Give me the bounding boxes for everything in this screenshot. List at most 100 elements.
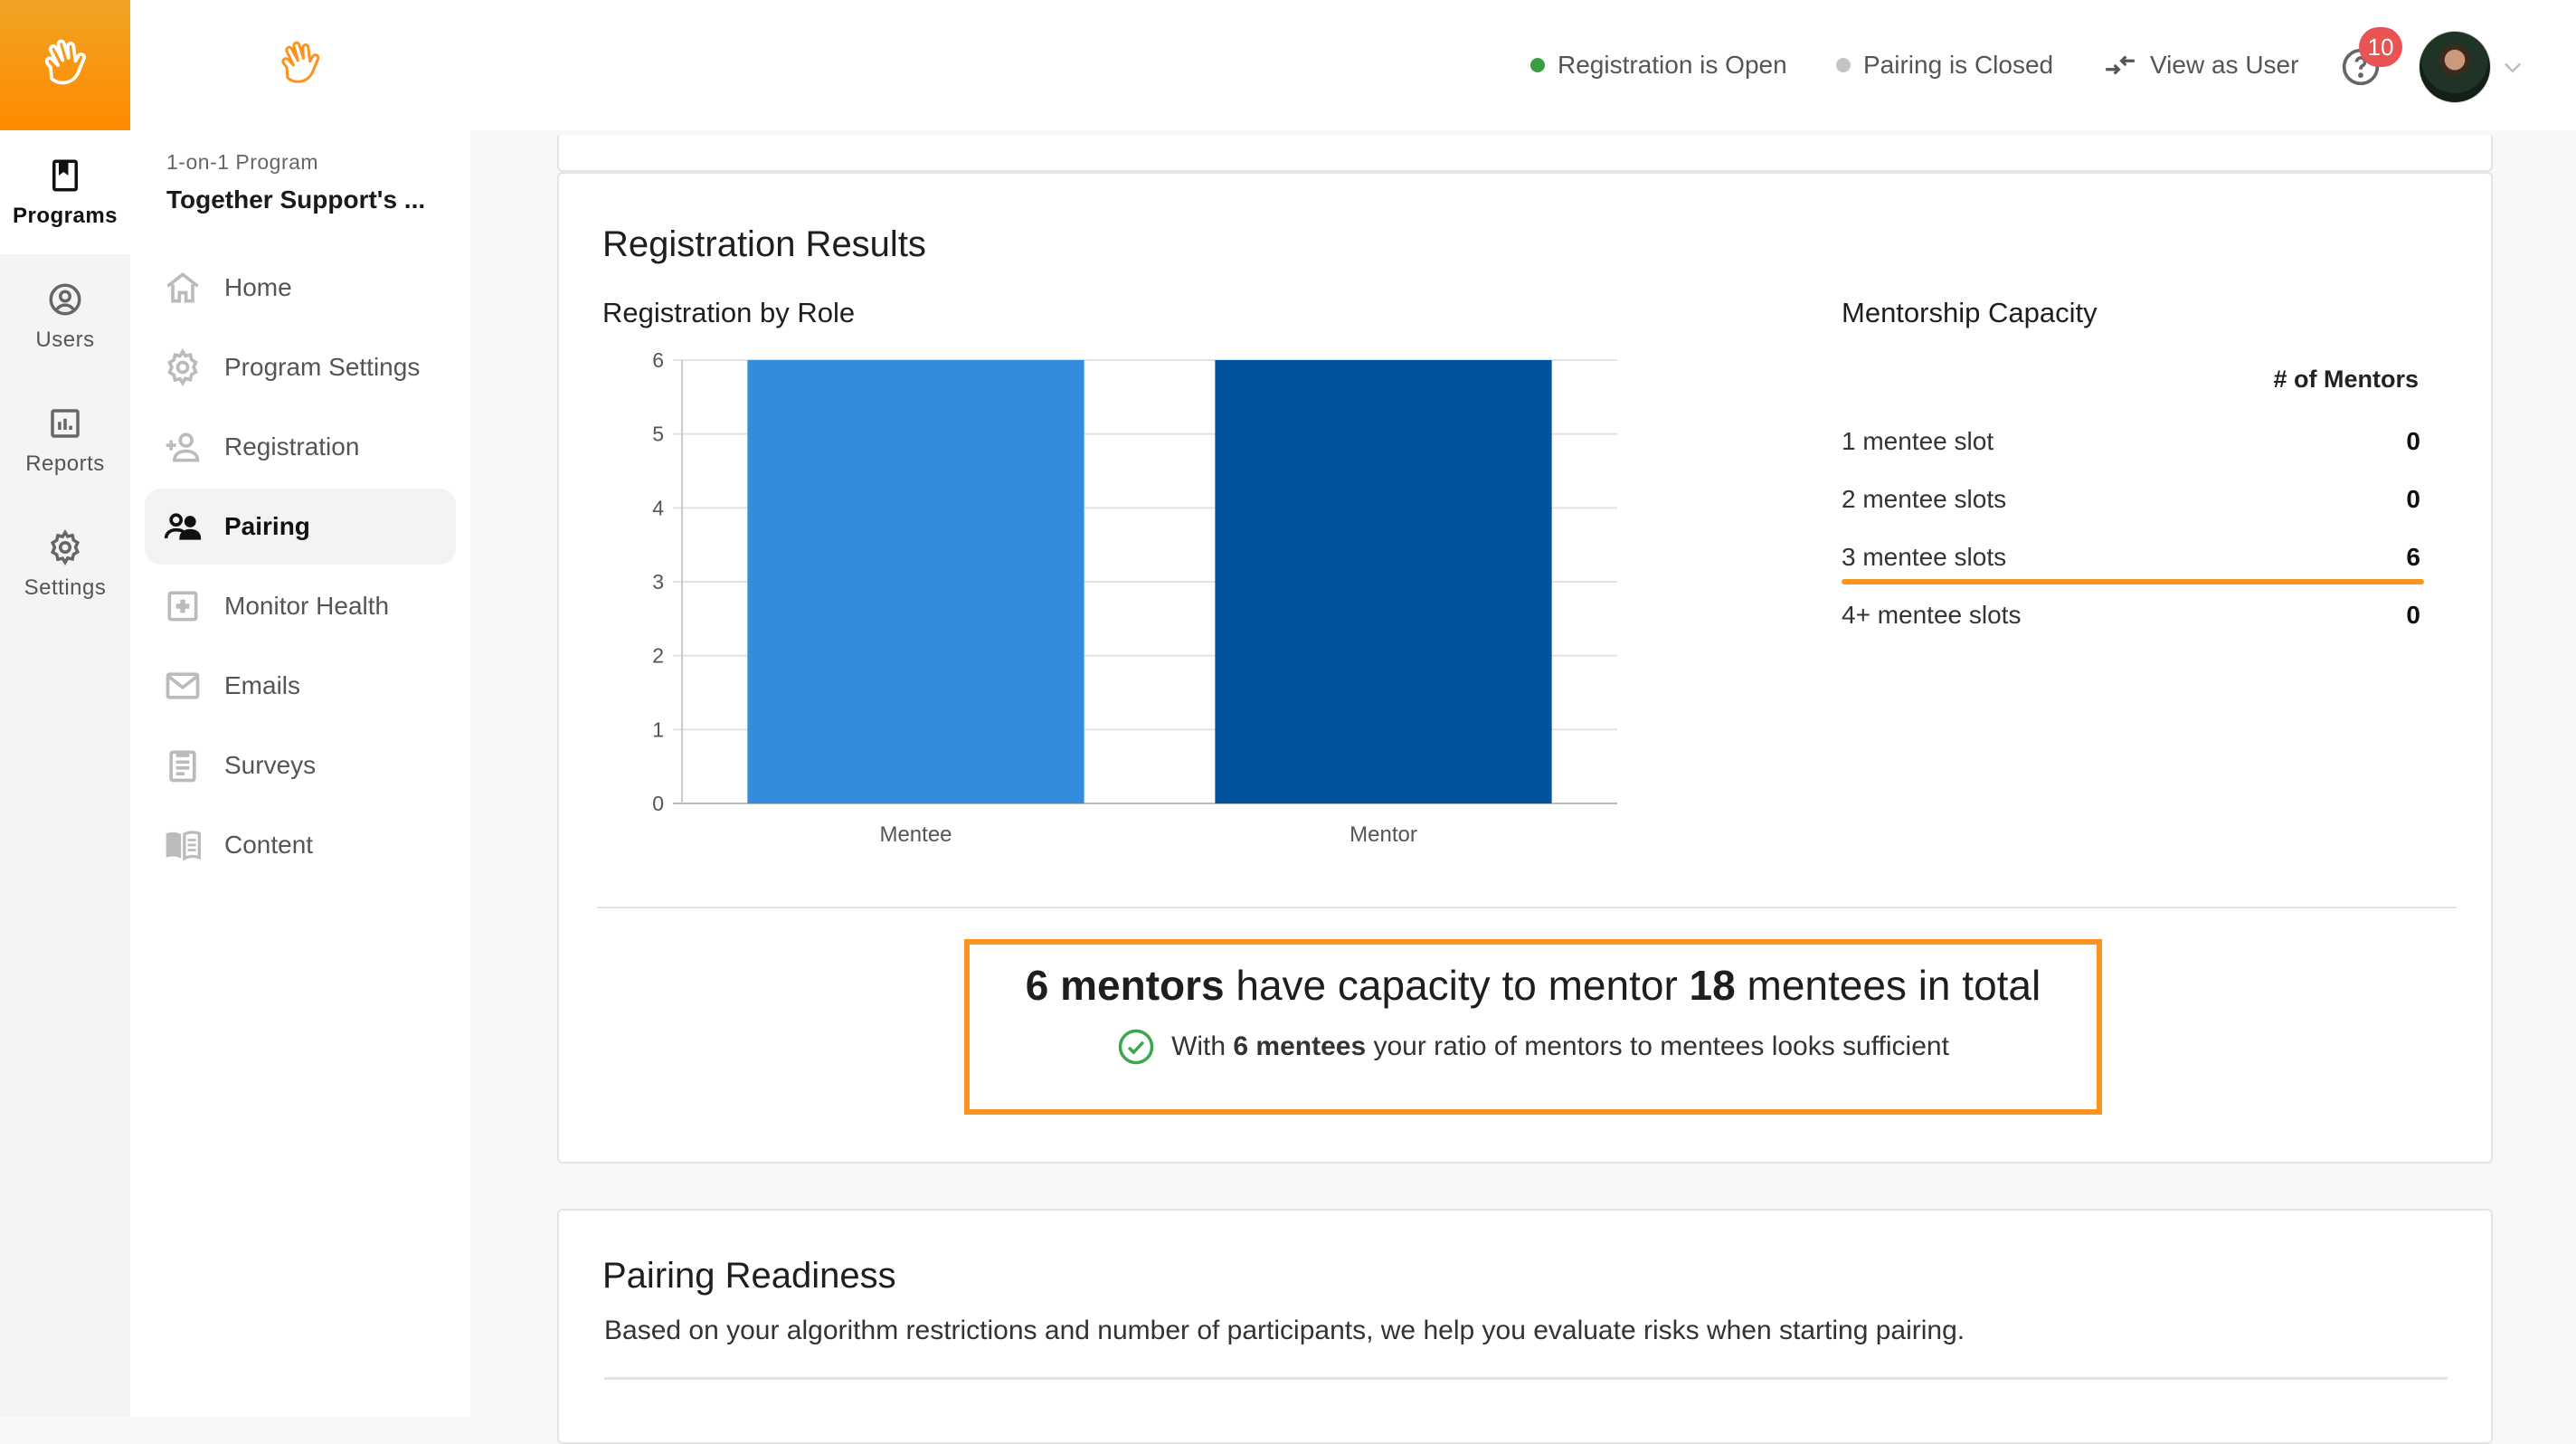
y-tick-label: 0 [652, 792, 664, 815]
program-name[interactable]: Together Support's ... [166, 185, 425, 214]
nav-item-registration[interactable]: Registration [145, 409, 456, 485]
swap-arrows-icon [2106, 55, 2135, 75]
capacity-value: 0 [2406, 601, 2420, 629]
capacity-label: 2 mentee slots [1842, 485, 2007, 513]
user-circle-icon [49, 283, 81, 315]
rail-item-settings[interactable]: Settings [0, 502, 130, 626]
summary-text: have capacity to mentor [1224, 962, 1690, 1009]
capacity-value: 6 [2406, 543, 2420, 571]
y-tick-label: 6 [652, 348, 664, 372]
capacity-summary-headline: 6 mentors have capacity to mentor 18 men… [970, 961, 2097, 1010]
rail-label: Reports [25, 451, 105, 476]
section-divider [604, 1377, 2448, 1380]
rail-label: Users [35, 327, 95, 352]
capacity-value: 0 [2406, 485, 2420, 513]
nav-item-content[interactable]: Content [145, 807, 456, 883]
people-icon [164, 513, 202, 540]
nav-label: Home [224, 273, 292, 301]
mail-icon [166, 672, 200, 699]
view-as-user-label: View as User [2150, 51, 2299, 79]
view-as-user-button[interactable]: View as User [2103, 51, 2298, 80]
pairing-readiness-card: Pairing Readiness Based on your algorith… [557, 1209, 2493, 1444]
bar-chart-icon [51, 408, 80, 438]
app-logo[interactable] [0, 0, 130, 130]
rail-item-users[interactable]: Users [0, 254, 130, 378]
nav-label: Monitor Health [224, 592, 390, 620]
nav-label: Program Settings [224, 353, 421, 381]
medical-plus-icon [167, 591, 198, 622]
summary-note-text: With 6 mentees your ratio of mentors to … [1171, 1031, 1949, 1061]
pairing-readiness-title: Pairing Readiness [602, 1256, 896, 1296]
waving-hand-icon [281, 41, 320, 83]
chevron-down-icon[interactable] [2500, 54, 2525, 80]
home-icon [166, 272, 199, 303]
capacity-row: 1 mentee slot 0 [1842, 414, 2420, 469]
nav-label: Content [224, 831, 314, 859]
capacity-label: 3 mentee slots [1842, 543, 2007, 571]
pairing-status: Pairing is Closed [1836, 51, 2053, 80]
registration-status-label: Registration is Open [1558, 51, 1787, 79]
y-tick-label: 2 [652, 644, 664, 668]
summary-text: mentees in total [1735, 962, 2041, 1009]
check-circle-icon [1118, 1029, 1154, 1065]
capacity-highlight-underline [1842, 579, 2424, 584]
capacity-column-header: # of Mentors [2273, 366, 2419, 393]
open-book-icon [166, 831, 201, 861]
rail-label: Programs [12, 203, 118, 228]
rail-item-programs[interactable]: Programs [0, 130, 130, 254]
gear-icon [167, 348, 198, 387]
capacity-row-highlighted: 3 mentee slots 6 [1842, 530, 2420, 584]
nav-item-home[interactable]: Home [145, 250, 456, 326]
nav-item-program-settings[interactable]: Program Settings [145, 329, 456, 405]
notification-badge: 10 [2359, 27, 2402, 67]
clipboard-icon [169, 750, 196, 783]
program-nav: Home Program Settings Registration Pairi… [145, 250, 456, 887]
y-tick-label: 1 [652, 717, 664, 741]
status-dot-green [1530, 58, 1545, 72]
pairing-readiness-description: Based on your algorithm restrictions and… [604, 1316, 1965, 1345]
capacity-title: Mentorship Capacity [1842, 297, 2098, 328]
program-type: 1-on-1 Program [166, 150, 319, 174]
gear-icon [50, 528, 80, 565]
bar-mentor [1215, 360, 1552, 803]
y-tick-label: 3 [652, 570, 664, 594]
bar-mentee [747, 360, 1084, 803]
mentees-total: 18 [1689, 962, 1736, 1009]
user-avatar[interactable] [2419, 31, 2491, 103]
nav-label: Emails [224, 671, 301, 699]
capacity-row: 4+ mentee slots 0 [1842, 588, 2420, 642]
capacity-value: 0 [2406, 427, 2420, 455]
capacity-summary-note: With 6 mentees your ratio of mentors to … [970, 1028, 2097, 1066]
nav-item-monitor-health[interactable]: Monitor Health [145, 568, 456, 644]
chart-title: Registration by Role [602, 297, 856, 328]
nav-label: Pairing [224, 512, 310, 540]
y-tick-label: 4 [652, 496, 664, 519]
nav-item-pairing[interactable]: Pairing [145, 489, 456, 565]
registration-by-role-chart: 0 1 2 3 4 5 6 Mentee Mentor [652, 348, 1617, 847]
nav-label: Surveys [224, 751, 317, 779]
program-logo [130, 0, 470, 130]
app-rail: Programs Users Reports Settings [0, 0, 130, 1417]
x-tick-label: Mentor [1350, 822, 1417, 847]
section-title: Registration Results [602, 224, 926, 264]
capacity-row: 2 mentee slots 0 [1842, 472, 2420, 527]
nav-label: Registration [224, 432, 360, 461]
nav-item-surveys[interactable]: Surveys [145, 727, 456, 803]
bookmark-book-icon [52, 159, 78, 191]
rail-label: Settings [24, 575, 107, 600]
waving-hand-icon [44, 39, 87, 85]
program-sidebar: 1-on-1 Program Together Support's ... Ho… [130, 0, 470, 1417]
y-tick-label: 5 [652, 423, 664, 446]
nav-item-emails[interactable]: Emails [145, 648, 456, 724]
capacity-label: 1 mentee slot [1842, 427, 1994, 455]
capacity-summary-box: 6 mentors have capacity to mentor 18 men… [964, 939, 2102, 1115]
mentors-count: 6 mentors [1025, 962, 1225, 1009]
x-tick-label: Mentee [879, 822, 952, 847]
previous-card [557, 136, 2493, 172]
registration-status: Registration is Open [1530, 51, 1787, 80]
rail-item-reports[interactable]: Reports [0, 378, 130, 502]
capacity-label: 4+ mentee slots [1842, 601, 2022, 629]
pairing-status-label: Pairing is Closed [1863, 51, 2054, 79]
add-user-icon [166, 432, 200, 462]
status-dot-gray [1836, 58, 1851, 72]
